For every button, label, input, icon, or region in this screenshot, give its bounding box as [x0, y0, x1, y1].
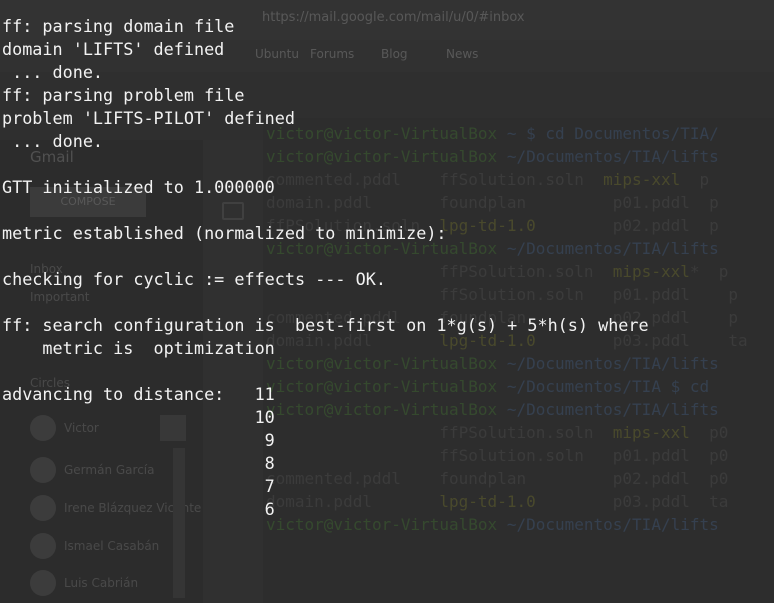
terminal-output: ff: parsing domain file domain 'LIFTS' de… — [2, 15, 649, 521]
terminal-line: ff: parsing problem file — [2, 85, 245, 105]
terminal-line: ff: search configuration is best-first o… — [2, 315, 649, 335]
avatar — [30, 570, 56, 596]
terminal-line: advancing to distance: 11 — [2, 384, 275, 404]
terminal-segment: p0 — [689, 423, 729, 442]
terminal-line: domain 'LIFTS' defined — [2, 39, 225, 59]
terminal-line: 9 — [2, 430, 275, 450]
terminal-line: metric established (normalized to minimi… — [2, 223, 447, 243]
terminal-line: 7 — [2, 476, 275, 496]
terminal-line: ... done. — [2, 62, 104, 82]
avatar — [30, 533, 56, 559]
terminal-line: problem 'LIFTS-PILOT' defined — [2, 108, 295, 128]
terminal-segment: * p — [689, 262, 729, 281]
terminal-segment: p — [680, 170, 710, 189]
terminal-line: ... done. — [2, 131, 104, 151]
terminal-line: 8 — [2, 453, 275, 473]
terminal-line: metric is optimization — [2, 338, 275, 358]
terminal-line: checking for cyclic := effects --- OK. — [2, 269, 386, 289]
terminal-line: 10 — [2, 407, 275, 427]
terminal-line: ff: parsing domain file — [2, 16, 235, 36]
terminal-line: GTT initialized to 1.000000 — [2, 177, 275, 197]
terminal-line: 6 — [2, 499, 275, 519]
